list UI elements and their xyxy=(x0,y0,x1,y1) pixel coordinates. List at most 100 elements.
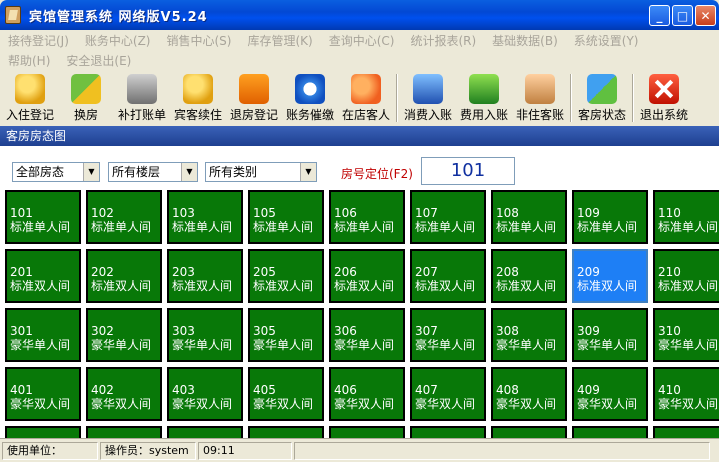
room-tile[interactable] xyxy=(167,426,243,438)
room-type: 豪华单人间 xyxy=(577,338,638,352)
room-status-select[interactable]: 全部房态 ▼ xyxy=(12,162,100,182)
room-locate-input[interactable]: 101 xyxy=(421,157,515,185)
chevron-down-icon[interactable]: ▼ xyxy=(83,163,99,181)
room-tile[interactable]: 108 标准单人间 xyxy=(491,190,567,244)
toolbar-button[interactable]: 消费入账 xyxy=(400,71,456,125)
room-tile[interactable]: 203 标准双人间 xyxy=(167,249,243,303)
room-tile[interactable]: 110 标准单人间 xyxy=(653,190,719,244)
room-tile[interactable] xyxy=(572,426,648,438)
room-tile[interactable]: 402 豪华双人间 xyxy=(86,367,162,421)
toolbar-button[interactable]: 客房状态 xyxy=(574,71,630,125)
toolbar-button[interactable]: 费用入账 xyxy=(456,71,512,125)
menu-item[interactable]: 系统设置(Y) xyxy=(566,32,647,49)
swap-room-icon xyxy=(71,74,101,104)
room-tile[interactable]: 107 标准单人间 xyxy=(410,190,486,244)
room-type: 豪华单人间 xyxy=(91,338,152,352)
room-type: 标准双人间 xyxy=(172,279,233,293)
room-tile[interactable]: 102 标准单人间 xyxy=(86,190,162,244)
room-tile[interactable]: 105 标准单人间 xyxy=(248,190,324,244)
menu-item[interactable]: 统计报表(R) xyxy=(402,32,484,49)
floor-select[interactable]: 所有楼层 ▼ xyxy=(108,162,198,182)
room-tile[interactable]: 401 豪华双人间 xyxy=(5,367,81,421)
guests-icon xyxy=(351,74,381,104)
room-type: 标准单人间 xyxy=(334,220,395,234)
toolbar-button[interactable]: 在店客人 xyxy=(338,71,394,125)
room-number: 101 xyxy=(10,206,33,220)
menu-item[interactable]: 基础数据(B) xyxy=(484,32,566,49)
toolbar-button[interactable]: 入住登记 xyxy=(2,71,58,125)
room-tile[interactable] xyxy=(5,426,81,438)
toolbar-button-label: 退出系统 xyxy=(639,108,688,122)
room-tile[interactable]: 310 豪华单人间 xyxy=(653,308,719,362)
room-tile[interactable]: 309 豪华单人间 xyxy=(572,308,648,362)
room-tile[interactable]: 406 豪华双人间 xyxy=(329,367,405,421)
menu-item[interactable]: 帮助(H) xyxy=(0,52,58,69)
close-button[interactable]: ✕ xyxy=(695,5,716,26)
room-tile[interactable]: 207 标准双人间 xyxy=(410,249,486,303)
room-tile[interactable] xyxy=(410,426,486,438)
room-tile[interactable]: 202 标准双人间 xyxy=(86,249,162,303)
room-tile[interactable]: 303 豪华单人间 xyxy=(167,308,243,362)
room-tile[interactable] xyxy=(248,426,324,438)
room-type: 豪华双人间 xyxy=(658,397,719,411)
room-number: 110 xyxy=(658,206,681,220)
toolbar-button[interactable]: 补打账单 xyxy=(114,71,170,125)
window-controls: _ □ ✕ xyxy=(649,5,716,26)
room-type: 标准单人间 xyxy=(172,220,233,234)
room-tile[interactable] xyxy=(653,426,719,438)
room-type: 豪华单人间 xyxy=(172,338,233,352)
menu-item[interactable]: 接待登记(J) xyxy=(0,32,77,49)
room-tile[interactable]: 305 豪华单人间 xyxy=(248,308,324,362)
room-tile[interactable]: 103 标准单人间 xyxy=(167,190,243,244)
room-type: 豪华单人间 xyxy=(496,338,557,352)
room-tile[interactable] xyxy=(86,426,162,438)
room-tile[interactable]: 106 标准单人间 xyxy=(329,190,405,244)
toolbar-button[interactable]: 宾客续住 xyxy=(170,71,226,125)
minimize-icon: _ xyxy=(656,8,663,23)
room-tile[interactable]: 403 豪华双人间 xyxy=(167,367,243,421)
room-tile[interactable]: 405 豪华双人间 xyxy=(248,367,324,421)
menu-item[interactable]: 账务中心(Z) xyxy=(77,32,159,49)
toolbar-button[interactable]: 退出系统 xyxy=(636,71,692,125)
room-tile[interactable]: 407 豪华双人间 xyxy=(410,367,486,421)
room-tile[interactable]: 308 豪华单人间 xyxy=(491,308,567,362)
room-tile[interactable]: 206 标准双人间 xyxy=(329,249,405,303)
room-tile[interactable]: 101 标准单人间 xyxy=(5,190,81,244)
room-type: 豪华双人间 xyxy=(10,397,71,411)
category-select[interactable]: 所有类别 ▼ xyxy=(205,162,317,182)
room-tile[interactable]: 205 标准双人间 xyxy=(248,249,324,303)
chevron-down-icon[interactable]: ▼ xyxy=(300,163,316,181)
room-tile[interactable] xyxy=(329,426,405,438)
room-tile[interactable] xyxy=(491,426,567,438)
room-tile[interactable]: 208 标准双人间 xyxy=(491,249,567,303)
room-tile[interactable]: 210 标准双人间 xyxy=(653,249,719,303)
menu-item[interactable]: 销售中心(S) xyxy=(159,32,240,49)
room-tile[interactable]: 209 标准双人间 xyxy=(572,249,648,303)
room-tile[interactable]: 409 豪华双人间 xyxy=(572,367,648,421)
room-type: 标准双人间 xyxy=(496,279,557,293)
menu-item[interactable]: 查询中心(C) xyxy=(321,32,403,49)
status-time: 09:11 xyxy=(198,441,292,460)
maximize-button[interactable]: □ xyxy=(672,5,693,26)
room-tile[interactable]: 302 豪华单人间 xyxy=(86,308,162,362)
minimize-button[interactable]: _ xyxy=(649,5,670,26)
room-tile[interactable]: 201 标准双人间 xyxy=(5,249,81,303)
room-tile[interactable]: 307 豪华单人间 xyxy=(410,308,486,362)
toolbar-button[interactable]: 账务催缴 xyxy=(282,71,338,125)
room-tile[interactable]: 306 豪华单人间 xyxy=(329,308,405,362)
floor-value: 所有楼层 xyxy=(112,165,161,179)
room-tile[interactable]: 410 豪华双人间 xyxy=(653,367,719,421)
status-operator: 操作员：system xyxy=(100,441,196,460)
toolbar-button[interactable]: 换房 xyxy=(58,71,114,125)
menu-item[interactable]: 库存管理(K) xyxy=(239,32,320,49)
room-tile[interactable]: 109 标准单人间 xyxy=(572,190,648,244)
room-tile[interactable]: 408 豪华双人间 xyxy=(491,367,567,421)
toolbar-button[interactable]: 退房登记 xyxy=(226,71,282,125)
room-tile[interactable]: 301 豪华单人间 xyxy=(5,308,81,362)
toolbar-button[interactable]: 非住客账 xyxy=(512,71,568,125)
chevron-down-icon[interactable]: ▼ xyxy=(181,163,197,181)
toolbar-separator xyxy=(396,74,398,122)
toolbar-button-label: 非住客账 xyxy=(515,108,564,122)
status-extra xyxy=(294,441,710,460)
menu-item[interactable]: 安全退出(E) xyxy=(58,52,139,69)
